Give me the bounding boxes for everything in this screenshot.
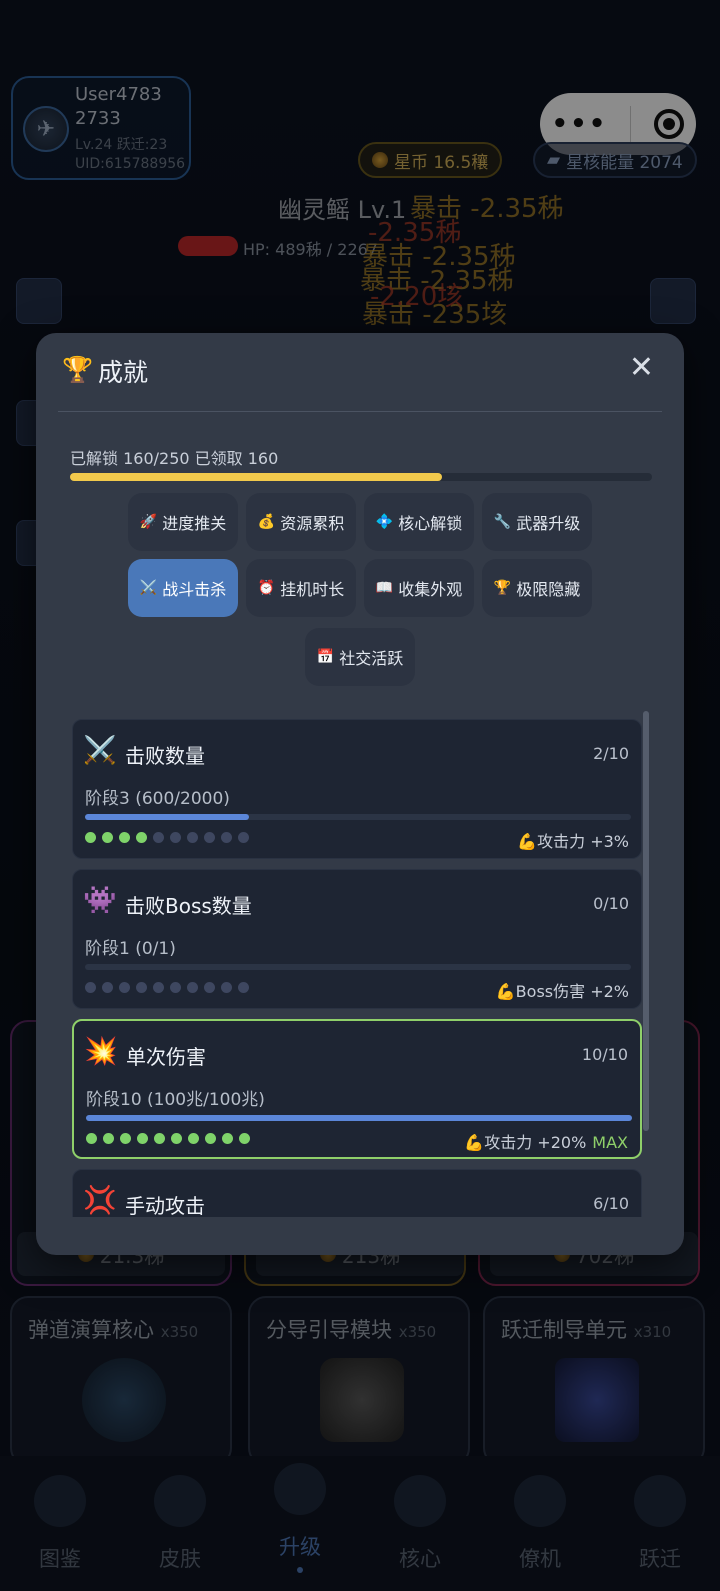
- max-badge: MAX: [592, 1133, 628, 1152]
- tab-social[interactable]: 📅 社交活跃: [305, 628, 415, 686]
- stage-dot: [187, 982, 198, 993]
- stage-dot: [102, 982, 113, 993]
- rocket-icon: 🚀: [139, 514, 158, 530]
- tab-resources[interactable]: 💰 资源累积: [246, 493, 356, 551]
- stage-dot: [86, 1133, 97, 1144]
- achievement-reward: 💪Boss伤害 +2%: [495, 982, 629, 1001]
- calendar-icon: 📅: [316, 649, 335, 665]
- stage-dot: [238, 832, 249, 843]
- achievement-progress-bar: [85, 964, 631, 970]
- tab-weapon-upgrade[interactable]: 🔧 武器升级: [482, 493, 592, 551]
- book-icon: 📖: [375, 580, 394, 596]
- stage-dot: [204, 982, 215, 993]
- achievement-progress-bar: [85, 814, 631, 820]
- stage-dot: [120, 1133, 131, 1144]
- achievement-count: 0/10: [593, 894, 629, 913]
- achievement-name: 单次伤害: [126, 1045, 206, 1069]
- stage-dot: [153, 832, 164, 843]
- stage-dots: [85, 832, 249, 843]
- stage-dot: [119, 832, 130, 843]
- achievement-count: 10/10: [581, 1045, 628, 1064]
- diamond-icon: 💠: [375, 514, 394, 530]
- achievement-card: 💥 单次伤害 10/10 阶段10 (100兆/100兆) 💪攻击力 +20% M…: [72, 1019, 642, 1159]
- stage-dot: [136, 832, 147, 843]
- trophy-icon: 🏆: [62, 355, 94, 384]
- modal-header: 🏆 成就 ✕: [36, 333, 684, 411]
- achievement-card: ⚔️ 击败数量 2/10 阶段3 (600/2000) 💪攻击力 +3%: [72, 719, 642, 859]
- stage-dot: [221, 832, 232, 843]
- tab-collection[interactable]: 📖 收集外观: [364, 559, 474, 617]
- tab-idle-time[interactable]: ⏰ 挂机时长: [246, 559, 356, 617]
- tab-progress[interactable]: 🚀 进度推关: [128, 493, 238, 551]
- stage-dot: [204, 832, 215, 843]
- achievement-stage: 阶段10 (100兆/100兆): [86, 1090, 265, 1110]
- stage-dot: [103, 1133, 114, 1144]
- modal-title: 成就: [98, 358, 149, 387]
- achievement-modal: 🏆 成就 ✕ 已解锁 160/250 已领取 160 🚀 进度推关 💰 资源累积 💠…: [36, 333, 684, 1255]
- trophy-icon: 🏆: [493, 580, 512, 596]
- stage-dot: [238, 982, 249, 993]
- achievement-card: 💢 手动攻击 6/10: [72, 1169, 642, 1217]
- achievement-progress-fill: [85, 814, 249, 820]
- alarm-clock-icon: ⏰: [257, 580, 276, 596]
- achievement-name: 手动攻击: [125, 1194, 205, 1217]
- achievement-card: 👾 击败Boss数量 0/10 阶段1 (0/1) 💪Boss伤害 +2%: [72, 869, 642, 1009]
- achievement-progress-fill: [86, 1115, 632, 1121]
- stage-dot: [153, 982, 164, 993]
- stage-dot: [170, 832, 181, 843]
- stage-dots: [86, 1133, 250, 1144]
- achievement-name: 击败Boss数量: [125, 894, 252, 918]
- achievement-count: 2/10: [593, 744, 629, 763]
- category-row: ⚔️ 战斗击杀 ⏰ 挂机时长 📖 收集外观 🏆 极限隐藏: [36, 559, 684, 617]
- stage-dot: [205, 1133, 216, 1144]
- achievement-reward: 💪攻击力 +3%: [517, 832, 629, 851]
- stage-dot: [221, 982, 232, 993]
- category-row: 📅 社交活跃: [36, 628, 684, 686]
- stage-dot: [239, 1133, 250, 1144]
- unlock-progress-label: 已解锁 160/250 已领取 160: [70, 449, 279, 468]
- stage-dot: [85, 982, 96, 993]
- tab-hidden[interactable]: 🏆 极限隐藏: [482, 559, 592, 617]
- collision-icon: 💥: [84, 1036, 118, 1067]
- achievement-reward: 💪攻击力 +20% MAX: [464, 1133, 628, 1152]
- stage-dots: [85, 982, 249, 993]
- achievement-name: 击败数量: [125, 744, 205, 768]
- unlock-progress-bar: [70, 473, 652, 481]
- stage-dot: [137, 1133, 148, 1144]
- modal-divider: [58, 411, 662, 412]
- achievement-progress-bar: [86, 1115, 632, 1121]
- tab-combat-kills[interactable]: ⚔️ 战斗击杀: [128, 559, 238, 617]
- stage-dot: [154, 1133, 165, 1144]
- swords-icon: ⚔️: [83, 735, 117, 766]
- unlock-progress-fill: [70, 473, 443, 481]
- stage-dot: [136, 982, 147, 993]
- stage-dot: [170, 982, 181, 993]
- stage-dot: [187, 832, 198, 843]
- achievement-stage: 阶段3 (600/2000): [85, 789, 230, 809]
- stage-dot: [102, 832, 113, 843]
- stage-dot: [119, 982, 130, 993]
- achievement-count: 6/10: [593, 1194, 629, 1213]
- achievement-stage: 阶段1 (0/1): [85, 939, 176, 959]
- alien-monster-icon: 👾: [83, 885, 117, 916]
- category-row: 🚀 进度推关 💰 资源累积 💠 核心解锁 🔧 武器升级: [36, 493, 684, 551]
- stage-dot: [171, 1133, 182, 1144]
- swords-icon: ⚔️: [139, 580, 158, 596]
- money-bag-icon: 💰: [257, 514, 276, 530]
- stage-dot: [85, 832, 96, 843]
- anger-symbol-icon: 💢: [83, 1185, 117, 1216]
- stage-dot: [222, 1133, 233, 1144]
- wrench-icon: 🔧: [493, 514, 512, 530]
- achievement-list[interactable]: ⚔️ 击败数量 2/10 阶段3 (600/2000) 💪攻击力 +3% 👾 击…: [70, 709, 650, 1217]
- close-icon[interactable]: ✕: [629, 353, 654, 383]
- tab-core-unlock[interactable]: 💠 核心解锁: [364, 493, 474, 551]
- stage-dot: [188, 1133, 199, 1144]
